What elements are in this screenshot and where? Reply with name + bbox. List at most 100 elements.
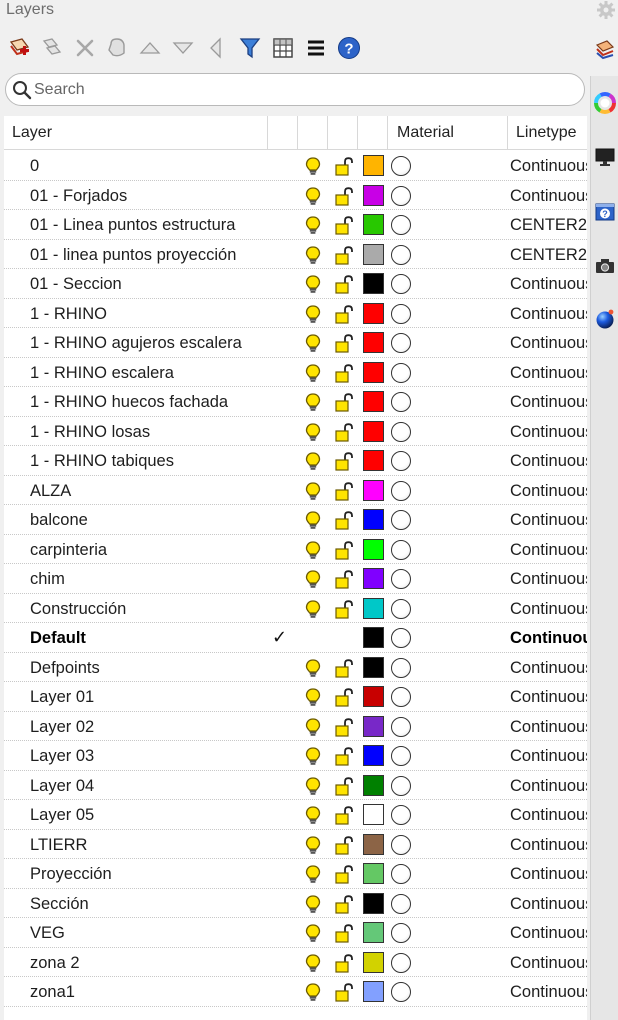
layer-name[interactable]: Defpoints bbox=[30, 653, 100, 683]
material-sphere-icon[interactable] bbox=[391, 451, 411, 471]
layer-color-swatch[interactable] bbox=[363, 214, 384, 235]
column-header-visible[interactable] bbox=[298, 116, 328, 150]
layer-linetype[interactable]: Continuous bbox=[510, 741, 587, 771]
layer-row[interactable]: 01 - Linea puntos estructura CENTER2 bbox=[4, 210, 587, 240]
visible-bulb-icon[interactable] bbox=[305, 776, 321, 801]
layer-row[interactable]: zona 2 Continuous bbox=[4, 948, 587, 977]
unlocked-icon[interactable] bbox=[334, 452, 354, 476]
display-icon[interactable] bbox=[594, 146, 616, 168]
layer-row[interactable]: Construcción Continuous bbox=[4, 594, 587, 624]
layer-linetype[interactable]: Continuous bbox=[510, 535, 587, 565]
material-sphere-icon[interactable] bbox=[391, 539, 411, 560]
layer-name[interactable]: 01 - Linea puntos estructura bbox=[30, 210, 235, 240]
layer-linetype[interactable]: Continuous bbox=[510, 181, 587, 211]
visible-bulb-icon[interactable] bbox=[305, 334, 321, 358]
column-header-color[interactable] bbox=[358, 116, 388, 150]
layer-row[interactable]: 0 Continuous bbox=[4, 151, 587, 181]
column-header-material[interactable]: Material bbox=[388, 116, 508, 150]
layer-linetype[interactable]: Continuous bbox=[510, 476, 587, 506]
material-sphere-icon[interactable] bbox=[391, 480, 411, 501]
layer-color-swatch[interactable] bbox=[363, 774, 384, 796]
unlocked-icon[interactable] bbox=[334, 717, 354, 742]
layer-name[interactable]: Layer 04 bbox=[30, 771, 94, 801]
layer-color-swatch[interactable] bbox=[363, 686, 384, 707]
layer-row[interactable]: 1 - RHINO tabiques Continuous bbox=[4, 446, 587, 476]
visible-bulb-icon[interactable] bbox=[305, 422, 321, 447]
column-header-current[interactable] bbox=[268, 116, 298, 150]
layer-name[interactable]: Sección bbox=[30, 889, 89, 919]
layer-color-swatch[interactable] bbox=[363, 833, 384, 855]
layer-color-swatch[interactable] bbox=[363, 597, 384, 619]
layer-row[interactable]: Default ✓ Continuous bbox=[4, 623, 587, 653]
unlocked-icon[interactable] bbox=[334, 334, 354, 358]
layers-tab-icon[interactable] bbox=[594, 38, 616, 60]
layer-linetype[interactable]: Continuous bbox=[510, 505, 587, 535]
material-sphere-icon[interactable] bbox=[391, 215, 411, 235]
layer-row[interactable]: Defpoints Continuous bbox=[4, 653, 587, 683]
material-sphere-icon[interactable] bbox=[391, 746, 411, 766]
layer-color-swatch[interactable] bbox=[363, 155, 384, 176]
unlocked-icon[interactable] bbox=[334, 658, 354, 683]
material-sphere-icon[interactable] bbox=[391, 628, 411, 648]
layer-row[interactable]: Sección Continuous bbox=[4, 889, 587, 919]
layer-linetype[interactable]: Continuous bbox=[510, 800, 587, 830]
layer-color-swatch[interactable] bbox=[363, 243, 384, 265]
unlocked-icon[interactable] bbox=[334, 275, 354, 299]
visible-bulb-icon[interactable] bbox=[305, 806, 321, 830]
layer-row[interactable]: 1 - RHINO huecos fachada Continuous bbox=[4, 387, 587, 417]
unlocked-icon[interactable] bbox=[334, 481, 354, 506]
unlocked-icon[interactable] bbox=[334, 806, 354, 830]
unlocked-icon[interactable] bbox=[334, 157, 354, 181]
new-layer-button[interactable] bbox=[5, 32, 35, 64]
layer-row[interactable]: Proyección Continuous bbox=[4, 859, 587, 889]
new-sublayer-button[interactable] bbox=[37, 32, 67, 64]
layer-row[interactable]: 1 - RHINO agujeros escalera Continuous bbox=[4, 328, 587, 358]
unlocked-icon[interactable] bbox=[334, 894, 354, 919]
visible-bulb-icon[interactable] bbox=[305, 245, 321, 270]
gear-icon[interactable] bbox=[596, 0, 616, 20]
layer-color-swatch[interactable] bbox=[363, 420, 384, 442]
layer-linetype[interactable]: Continuous bbox=[510, 564, 587, 594]
visible-bulb-icon[interactable] bbox=[305, 186, 321, 211]
unlocked-icon[interactable] bbox=[334, 835, 354, 860]
unlocked-icon[interactable] bbox=[334, 865, 354, 889]
layer-linetype[interactable]: Continuous bbox=[510, 328, 587, 358]
layer-row[interactable]: balcone Continuous bbox=[4, 505, 587, 535]
layer-color-swatch[interactable] bbox=[363, 332, 384, 353]
visible-bulb-icon[interactable] bbox=[305, 275, 321, 299]
visible-bulb-icon[interactable] bbox=[305, 393, 321, 417]
material-sphere-icon[interactable] bbox=[391, 333, 411, 353]
menu-button[interactable] bbox=[301, 32, 331, 64]
layer-linetype[interactable]: Continuous bbox=[510, 417, 587, 447]
visible-bulb-icon[interactable] bbox=[305, 599, 321, 624]
material-sphere-icon[interactable] bbox=[391, 952, 411, 973]
material-sphere-icon[interactable] bbox=[391, 303, 411, 324]
layer-linetype[interactable]: Continuous bbox=[510, 446, 587, 476]
layer-color-swatch[interactable] bbox=[363, 804, 384, 825]
visible-bulb-icon[interactable] bbox=[305, 540, 321, 565]
visible-bulb-icon[interactable] bbox=[305, 304, 321, 329]
layer-name[interactable]: 1 - RHINO huecos fachada bbox=[30, 387, 228, 417]
layer-name[interactable]: Proyección bbox=[30, 859, 112, 889]
visible-bulb-icon[interactable] bbox=[305, 511, 321, 535]
material-sphere-icon[interactable] bbox=[391, 864, 411, 884]
visible-bulb-icon[interactable] bbox=[305, 688, 321, 712]
material-sphere-icon[interactable] bbox=[391, 805, 411, 825]
layer-row[interactable]: 01 - Seccion Continuous bbox=[4, 269, 587, 299]
layer-color-swatch[interactable] bbox=[363, 361, 384, 383]
layer-linetype[interactable]: Continuous bbox=[510, 889, 587, 919]
layer-row[interactable]: Layer 05 Continuous bbox=[4, 800, 587, 830]
layer-name[interactable]: 1 - RHINO tabiques bbox=[30, 446, 174, 476]
layer-color-swatch[interactable] bbox=[363, 568, 384, 589]
layer-linetype[interactable]: Continuous bbox=[510, 771, 587, 801]
color-wheel-icon[interactable] bbox=[594, 92, 616, 114]
layer-row[interactable]: 1 - RHINO Continuous bbox=[4, 299, 587, 329]
unlocked-icon[interactable] bbox=[334, 540, 354, 565]
material-sphere-icon[interactable] bbox=[391, 244, 411, 265]
unlocked-icon[interactable] bbox=[334, 747, 354, 771]
layer-name[interactable]: balcone bbox=[30, 505, 88, 535]
material-sphere-icon[interactable] bbox=[391, 185, 411, 206]
layer-name[interactable]: chim bbox=[30, 564, 65, 594]
layer-linetype[interactable]: Continuous bbox=[510, 830, 587, 860]
column-header-layer[interactable]: Layer bbox=[4, 116, 268, 150]
